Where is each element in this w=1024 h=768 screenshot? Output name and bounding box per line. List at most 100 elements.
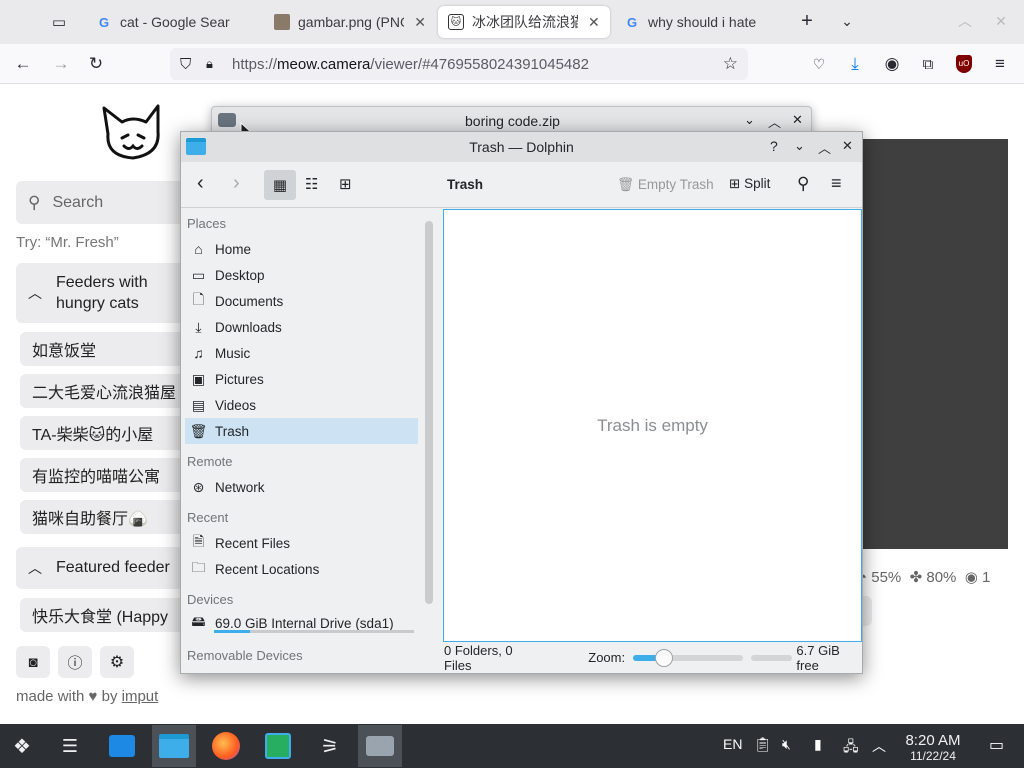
maximize-icon[interactable]: ︿ <box>952 9 978 33</box>
reload-icon[interactable]: ↻ <box>83 52 109 76</box>
lock-icon[interactable]: 🔒︎ <box>206 56 232 72</box>
places-scrollbar[interactable] <box>425 221 433 604</box>
icons-view-icon[interactable]: ▦ <box>264 170 296 200</box>
shield-icon[interactable]: ⛉ <box>180 56 206 73</box>
chevron-down-icon[interactable]: ⌄ <box>834 9 860 33</box>
close-icon[interactable]: ✕ <box>792 112 803 128</box>
hamburger-menu-icon[interactable]: ≡ <box>831 173 842 194</box>
extensions-icon[interactable]: ⧉ <box>915 52 941 76</box>
minimize-icon[interactable]: ⌄ <box>794 138 805 154</box>
section-hungry-cats[interactable]: ︿ Feeders with hungry cats <box>16 263 186 323</box>
maximize-icon[interactable]: ︿ <box>818 138 831 157</box>
empty-trash-button[interactable]: 🗑︎ Empty Trash <box>617 177 714 193</box>
recent-locations-icon: 🗀 <box>191 559 206 575</box>
home-icon: ⌂ <box>194 241 203 257</box>
battery-icon[interactable]: ▮ <box>814 736 822 753</box>
close-icon[interactable]: ✕ <box>414 14 426 31</box>
recent-group-label: Recent <box>187 510 229 525</box>
bookmark-star-icon[interactable]: ☆ <box>723 54 738 74</box>
places-item-home[interactable]: ⌂ Home <box>185 236 418 262</box>
places-group-label: Places <box>187 216 227 231</box>
info-icon[interactable]: ⓘ <box>58 646 92 678</box>
ublock-icon[interactable]: uO <box>951 52 977 76</box>
forward-icon[interactable]: › <box>233 172 240 195</box>
author-link[interactable]: imput <box>122 688 159 705</box>
keyboard-layout[interactable]: EN <box>723 736 742 752</box>
section-featured[interactable]: ︿ Featured feeder <box>16 547 186 589</box>
gear-icon[interactable]: ⚙ <box>100 646 134 678</box>
split-button[interactable]: ⊞ Split <box>729 176 770 192</box>
zoom-slider-handle[interactable] <box>654 648 673 667</box>
taskbar: ❖ ☰ ⚞ EN 📋︎ 🔇︎ ▮ 🖧 ︿ 8:20 AM 11/22/24 ▭ <box>0 724 1024 768</box>
search-icon: ⚲ <box>28 192 41 212</box>
places-item-network[interactable]: ⊛ Network <box>185 474 418 500</box>
zoom-slider[interactable] <box>633 648 743 667</box>
clock[interactable]: 8:20 AM 11/22/24 <box>898 732 968 763</box>
camera-feed[interactable] <box>862 139 1008 549</box>
ark-icon[interactable] <box>358 725 402 767</box>
menu-icon[interactable]: ≡ <box>987 52 1013 76</box>
back-icon[interactable]: ← <box>10 52 36 76</box>
places-item-trash[interactable]: 🗑︎ Trash <box>185 418 418 444</box>
music-icon: ♫ <box>193 345 204 361</box>
tab-gambar[interactable]: gambar.png (PNG ✕ <box>264 6 436 38</box>
places-item-documents[interactable]: 🗋 Documents <box>185 288 418 314</box>
tab-google-cat[interactable]: G cat - Google Search <box>86 6 264 38</box>
search-icon[interactable]: ⚲ <box>797 174 809 194</box>
compact-view-icon[interactable]: ☷ <box>305 175 318 193</box>
forward-icon[interactable]: → <box>48 52 74 76</box>
file-view[interactable]: Trash is empty <box>443 209 862 642</box>
show-desktop-icon[interactable]: ▭ <box>989 735 1004 755</box>
folder-icon <box>186 138 206 155</box>
search-input[interactable]: ⚲ Search <box>16 181 186 224</box>
download-icon[interactable]: ⤓ <box>842 52 868 76</box>
feeder-item[interactable]: 有监控的喵喵公寓 <box>20 458 186 492</box>
konsole-icon[interactable]: ⚞ <box>308 725 352 767</box>
feeder-item[interactable]: 如意饭堂 <box>20 332 186 366</box>
places-item-downloads[interactable]: ⤓ Downloads <box>185 314 418 340</box>
mixer-icon[interactable]: ☰ <box>48 725 92 767</box>
system-settings-icon[interactable] <box>100 725 144 767</box>
documents-icon: 🗋 <box>192 291 205 307</box>
discord-icon[interactable]: ◙ <box>16 646 50 678</box>
status-bar: 0 Folders, 0 Files Zoom: 6.7 GiB free <box>421 642 862 673</box>
app-launcher-icon[interactable]: ❖ <box>0 725 44 767</box>
back-icon[interactable]: ‹ <box>197 172 204 195</box>
dolphin-titlebar[interactable]: Trash — Dolphin ? ⌄ ︿ ✕ <box>181 132 862 162</box>
close-icon[interactable]: ✕ <box>588 14 600 31</box>
help-icon[interactable]: ? <box>770 138 778 154</box>
places-item-music[interactable]: ♫ Music <box>185 340 418 366</box>
places-item-desktop[interactable]: ▭ Desktop <box>185 262 418 288</box>
places-item-videos[interactable]: ▤ Videos <box>185 392 418 418</box>
maximize-icon[interactable]: ︿ <box>768 112 781 131</box>
feeder-item[interactable]: 猫咪自助餐厅🍙 <box>20 500 186 534</box>
network-icon[interactable]: 🖧 <box>843 736 859 760</box>
feeder-item[interactable]: 二大毛爱心流浪猫屋 <box>20 374 186 408</box>
url-bar[interactable]: ⛉ 🔒︎ https://meow.camera/viewer/#4769558… <box>170 48 748 80</box>
clipboard-icon[interactable]: 📋︎ <box>754 736 772 753</box>
drive-usage-fill <box>214 630 250 633</box>
tab-cat-feeder[interactable]: 🐱 冰冰团队给流浪猫 ✕ <box>438 6 610 38</box>
places-item-recent-locations[interactable]: 🗀 Recent Locations <box>185 556 418 582</box>
trash-icon: 🗑︎ <box>189 422 208 439</box>
dolphin-taskbar-icon[interactable] <box>152 725 196 767</box>
volume-muted-icon[interactable]: 🔇︎ <box>782 736 791 753</box>
minimize-icon[interactable]: ⌄ <box>744 112 755 128</box>
free-space-bar <box>750 654 793 661</box>
places-item-recent-files[interactable]: 🗎 Recent Files <box>185 530 418 556</box>
featured-item[interactable]: 快乐大食堂 (Happy <box>20 598 186 632</box>
discover-icon[interactable] <box>256 725 300 767</box>
feeder-item[interactable]: TA-柴柴🐱的小屋 <box>20 416 186 450</box>
archive-window-title: boring code.zip <box>465 113 560 129</box>
places-item-pictures[interactable]: ▣ Pictures <box>185 366 418 392</box>
pocket-icon[interactable]: ♡ <box>806 52 832 76</box>
close-window-icon[interactable]: ✕ <box>988 9 1014 33</box>
details-view-icon[interactable]: ⊞ <box>339 175 352 193</box>
close-icon[interactable]: ✕ <box>842 138 853 154</box>
firefox-icon[interactable] <box>204 725 248 767</box>
account-icon[interactable]: ◉ <box>879 52 905 76</box>
tab-list-icon[interactable]: ▭ <box>46 10 72 34</box>
new-tab-icon[interactable]: + <box>794 9 820 33</box>
tab-google-hate[interactable]: G why should i hate <box>614 6 786 38</box>
tray-expand-icon[interactable]: ︿ <box>872 736 886 756</box>
